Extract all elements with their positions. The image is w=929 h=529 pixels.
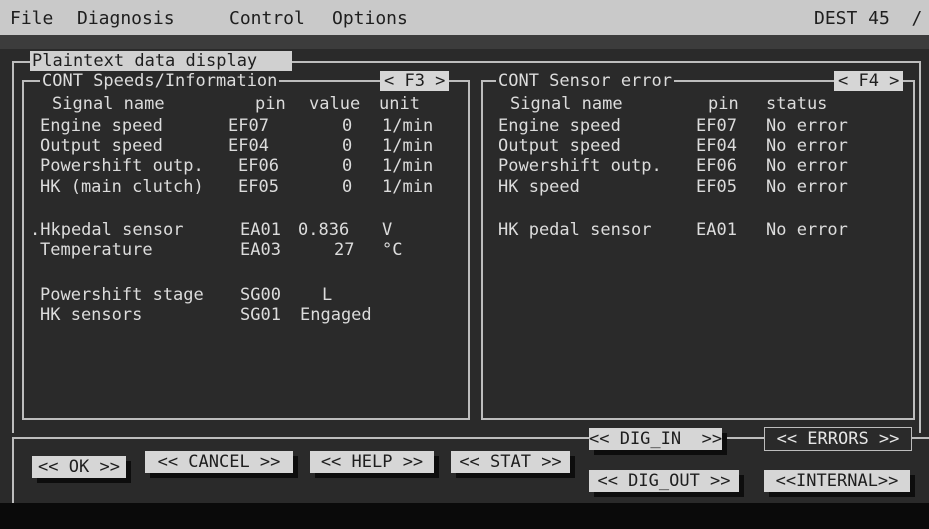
- left-row-signal: HK (main clutch): [40, 177, 204, 197]
- dig-in-button[interactable]: << DIG_IN >>: [589, 428, 722, 450]
- left-row-pin: SG01: [240, 305, 281, 325]
- left-row-value: L: [322, 285, 333, 305]
- right-panel-title: CONT Sensor error: [496, 71, 674, 91]
- left-row-pin: SG00: [240, 285, 281, 305]
- ok-button[interactable]: << OK >>: [32, 456, 126, 478]
- left-row-signal: Output speed: [40, 136, 163, 156]
- help-button[interactable]: << HELP >>: [310, 451, 434, 473]
- right-row-pin: EF07: [696, 116, 737, 136]
- internal-button[interactable]: <<INTERNAL>>: [764, 470, 910, 492]
- left-row-unit: 1/min: [382, 156, 434, 176]
- menu-shadow-stripe: [0, 35, 929, 49]
- left-row-value: 0: [342, 136, 353, 156]
- right-row-status: No error: [766, 116, 848, 136]
- right-row-signal: Powershift outp.: [498, 156, 662, 176]
- right-row-signal: Output speed: [498, 136, 621, 156]
- left-row-signal: Powershift outp.: [40, 156, 204, 176]
- left-row-value: 0: [342, 156, 353, 176]
- cancel-button[interactable]: << CANCEL >>: [145, 451, 293, 473]
- left-row-pin: EF07: [228, 116, 269, 136]
- left-row-signal: Powershift stage: [40, 285, 204, 305]
- right-row-pin: EF06: [696, 156, 737, 176]
- left-row-value: Engaged: [300, 305, 372, 325]
- left-row-signal: Temperature: [40, 240, 153, 260]
- left-row-value: 0.836: [298, 220, 350, 240]
- right-row-pin: EA01: [696, 220, 737, 240]
- left-row-pin: EA01: [240, 220, 281, 240]
- right-row-pin: EF04: [696, 136, 737, 156]
- right-row-signal: HK speed: [498, 177, 580, 197]
- right-row-signal: Engine speed: [498, 116, 621, 136]
- left-header-unit: unit: [379, 94, 420, 114]
- right-row-status: No error: [766, 156, 848, 176]
- left-header-value: value: [309, 94, 361, 114]
- left-row-value: 0: [342, 116, 353, 136]
- button-area-divider-mid: [722, 437, 764, 439]
- right-row-pin: EF05: [696, 177, 737, 197]
- left-row-unit: 1/min: [382, 177, 434, 197]
- left-header-pin: pin: [255, 94, 286, 114]
- stat-button[interactable]: << STAT >>: [451, 451, 570, 473]
- left-row-pin: EF05: [238, 177, 279, 197]
- left-row-pin: EF06: [238, 156, 279, 176]
- left-row-unit: 1/min: [382, 116, 434, 136]
- left-row-signal: .Hkpedal sensor: [30, 220, 184, 240]
- left-row-pin: EA03: [240, 240, 281, 260]
- menu-options[interactable]: Options: [332, 8, 408, 29]
- left-panel-title: CONT Speeds/Information: [40, 71, 280, 91]
- menu-diagnosis[interactable]: Diagnosis: [77, 8, 175, 29]
- menu-control[interactable]: Control: [229, 8, 305, 29]
- left-row-pin: EF04: [228, 136, 269, 156]
- right-row-status: No error: [766, 220, 848, 240]
- left-header-signal: Signal name: [52, 94, 165, 114]
- left-row-value: 0: [342, 177, 353, 197]
- right-header-signal: Signal name: [510, 94, 623, 114]
- app-label: DEST 45 /: [814, 8, 923, 29]
- left-row-value: 27: [334, 240, 355, 260]
- menu-file[interactable]: File: [10, 8, 53, 29]
- window-title: Plaintext data display: [30, 51, 292, 71]
- left-row-unit: V: [382, 220, 393, 240]
- right-row-status: No error: [766, 177, 848, 197]
- dig-out-button[interactable]: << DIG_OUT >>: [589, 470, 739, 492]
- right-row-signal: HK pedal sensor: [498, 220, 652, 240]
- right-header-pin: pin: [708, 94, 739, 114]
- menu-bar: File Diagnosis Control Options DEST 45 /: [0, 0, 929, 35]
- left-row-signal: Engine speed: [40, 116, 163, 136]
- errors-button[interactable]: << ERRORS >>: [764, 427, 912, 451]
- left-row-signal: HK sensors: [40, 305, 143, 325]
- button-area-divider-left: [12, 437, 589, 439]
- right-header-status: status: [766, 94, 828, 114]
- button-area-divider-right: [912, 437, 929, 439]
- f3-key-button[interactable]: < F3 >: [380, 71, 450, 91]
- f4-key-button[interactable]: < F4 >: [834, 71, 904, 91]
- right-row-status: No error: [766, 136, 848, 156]
- bottom-bar: [0, 503, 929, 529]
- left-row-unit: 1/min: [382, 136, 434, 156]
- button-area-edge: [12, 437, 14, 503]
- left-row-unit: °C: [382, 240, 403, 260]
